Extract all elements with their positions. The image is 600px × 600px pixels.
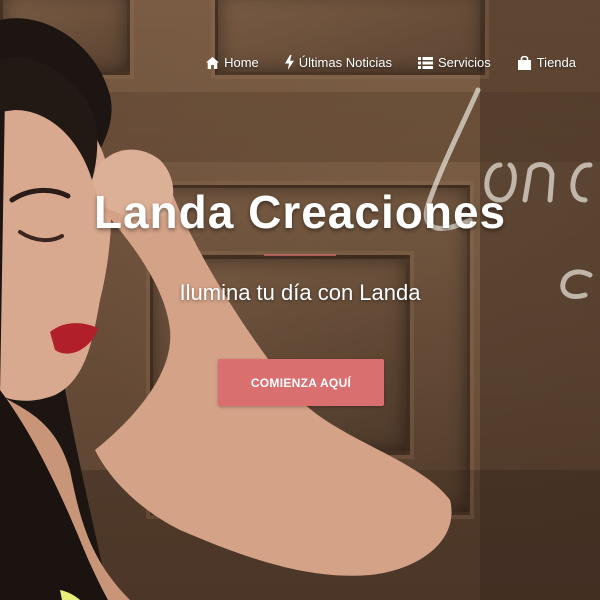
nav-item-label: Servicios	[437, 55, 491, 70]
nav-item-label: Home	[224, 55, 259, 70]
nav-item-home[interactable]: Home	[206, 55, 259, 70]
nav-item-shop[interactable]: Tienda	[517, 55, 576, 70]
nav-item-services[interactable]: Servicios	[417, 55, 491, 70]
hero-section: Home Últimas Noticias Servicios Tienda L…	[0, 0, 600, 600]
hero-title: Landa Creaciones	[93, 186, 507, 238]
hero-subtitle: Ilumina tu día con Landa	[179, 280, 421, 305]
shopping-bag-icon	[517, 55, 531, 70]
list-icon	[417, 56, 433, 69]
main-nav: Home Últimas Noticias Servicios Tienda	[206, 55, 576, 70]
bolt-icon	[284, 55, 294, 70]
get-started-button[interactable]: COMIENZA AQUÍ	[218, 359, 384, 406]
nav-item-news[interactable]: Últimas Noticias	[284, 55, 392, 70]
home-icon	[206, 56, 220, 69]
title-divider	[264, 254, 336, 256]
nav-item-label: Últimas Noticias	[298, 55, 392, 70]
nav-item-label: Tienda	[536, 55, 576, 70]
